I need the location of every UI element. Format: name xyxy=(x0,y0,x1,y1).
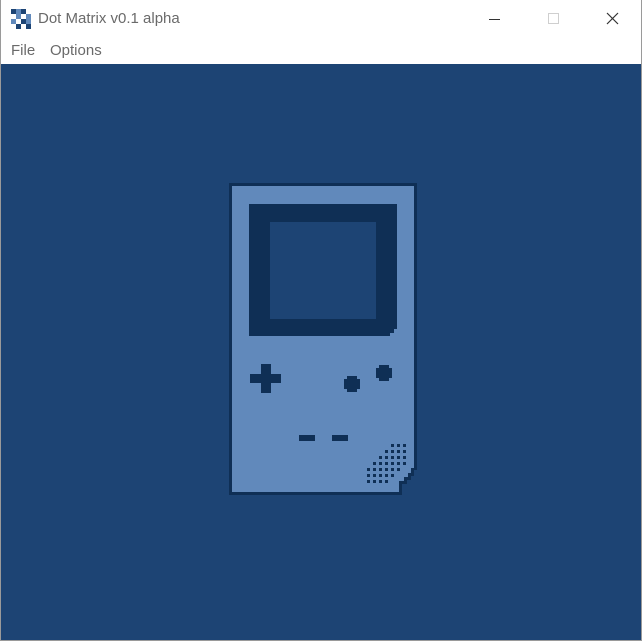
minimize-button[interactable] xyxy=(465,0,523,38)
title-bar[interactable]: Dot Matrix v0.1 alpha xyxy=(1,0,641,38)
app-window: Dot Matrix v0.1 alpha File Options xyxy=(0,0,642,641)
start-button xyxy=(332,435,348,441)
maximize-button[interactable] xyxy=(524,0,582,38)
window-title: Dot Matrix v0.1 alpha xyxy=(38,10,180,27)
close-button[interactable] xyxy=(583,0,641,38)
checkerboard-icon xyxy=(11,9,31,29)
display-canvas[interactable] xyxy=(1,64,641,640)
handheld-console-icon xyxy=(229,183,417,495)
close-icon xyxy=(606,12,619,25)
maximize-icon xyxy=(548,13,559,24)
menu-file[interactable]: File xyxy=(11,42,35,60)
menu-options[interactable]: Options xyxy=(50,42,102,60)
select-button xyxy=(299,435,315,441)
screen xyxy=(270,222,376,319)
minimize-icon xyxy=(489,19,500,20)
menu-bar: File Options xyxy=(1,38,641,63)
